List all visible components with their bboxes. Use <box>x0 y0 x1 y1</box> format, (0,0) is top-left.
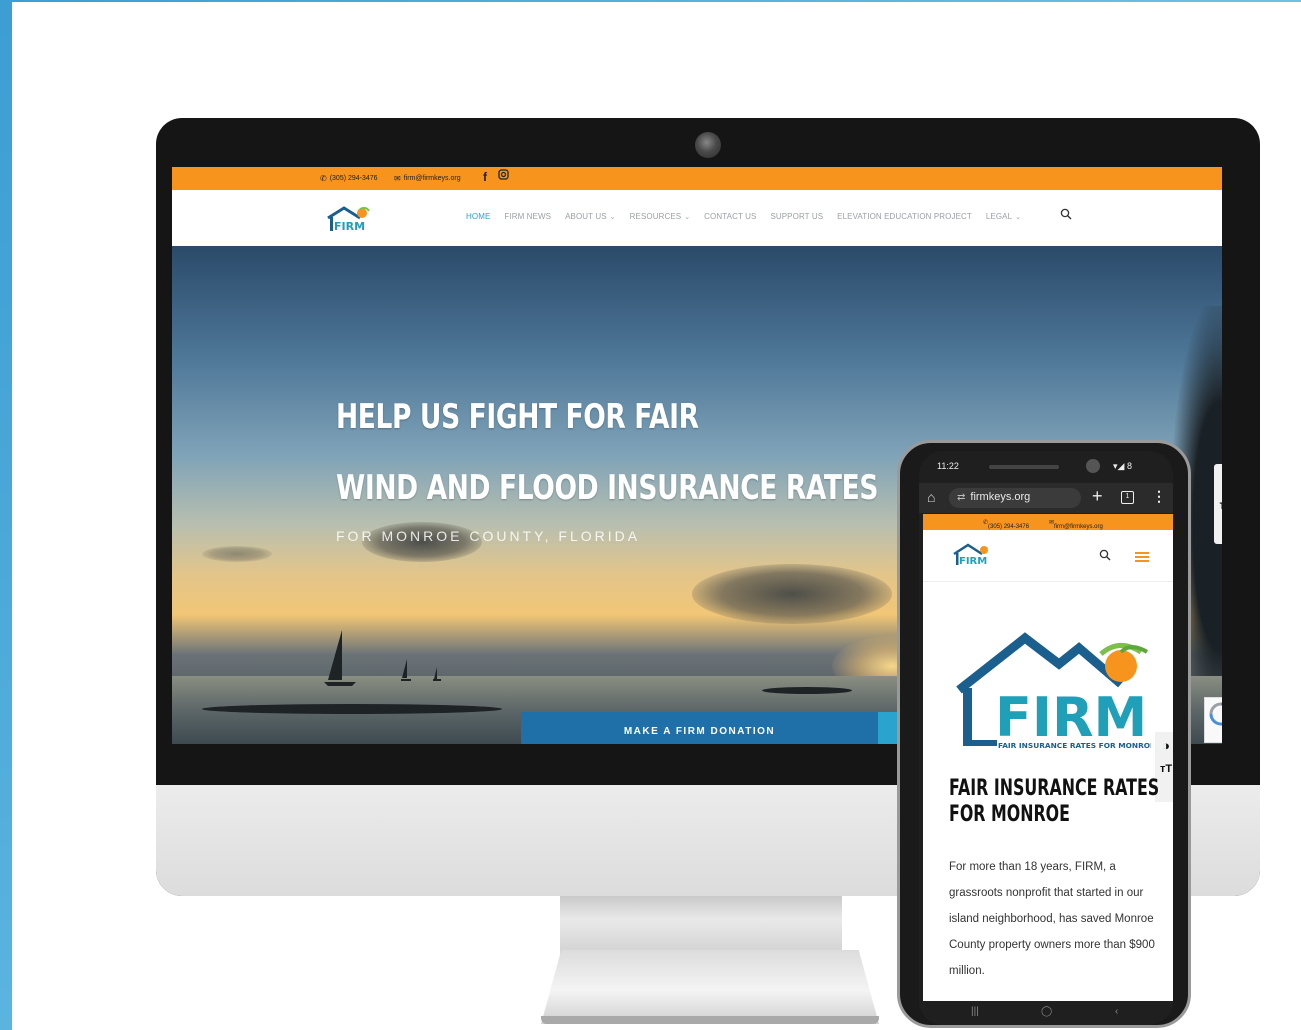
tabs-icon[interactable]: 1 <box>1121 491 1134 504</box>
mobile-email-link[interactable]: ✉ firm@firmkeys.org <box>1049 519 1103 530</box>
text-size-icon[interactable]: тT <box>1214 498 1222 512</box>
new-tab-icon[interactable]: + <box>1092 486 1103 507</box>
phone-link[interactable]: ✆ (305) 294-3476 <box>320 174 378 183</box>
donate-button[interactable]: MAKE A FIRM DONATION <box>521 712 878 744</box>
mobile-heading-line2: FOR MONROE <box>949 802 1070 827</box>
nav-home[interactable]: HOME <box>466 212 490 221</box>
site-settings-icon[interactable]: ⇄ <box>957 492 965 503</box>
camera-icon <box>695 132 721 158</box>
nav-resources-label: RESOURCES <box>629 212 682 221</box>
contact-topbar: ✆ (305) 294-3476 ✉ firm@firmkeys.org f <box>172 167 1222 190</box>
hero-rocks <box>202 704 502 714</box>
big-logo-text: FIRM <box>995 686 1147 749</box>
chevron-down-icon: ⌄ <box>609 214 616 221</box>
home-icon[interactable]: ⌂ <box>927 489 935 505</box>
hero-title-line1: HELP US FIGHT FOR FAIR <box>336 397 699 437</box>
status-notch <box>989 465 1059 469</box>
android-nav-bar: ||| ◯ ‹ <box>919 1001 1173 1025</box>
nav-about-us-label: ABOUT US <box>565 212 607 221</box>
contrast-icon[interactable]: ◑ <box>1155 738 1173 753</box>
contrast-icon[interactable]: ◑ <box>1214 470 1223 486</box>
imac-stand-neck <box>560 895 842 955</box>
main-navbar: FIRM HOME FIRM NEWS ABOUT US ⌄ RESOURCES ⌄… <box>172 190 1222 246</box>
search-icon[interactable] <box>1099 549 1111 561</box>
firm-logo-icon[interactable]: FIRM <box>324 205 370 233</box>
sailboat-image <box>324 630 356 686</box>
facebook-icon[interactable]: f <box>483 170 487 184</box>
nav-firm-news[interactable]: FIRM NEWS <box>504 212 551 221</box>
nav-about-us[interactable]: ABOUT US ⌄ <box>565 212 616 221</box>
mobile-logo-text: FIRM <box>959 556 987 567</box>
firm-logo-icon[interactable]: FIRM <box>951 543 991 567</box>
url-text: firmkeys.org <box>970 491 1031 503</box>
mobile-navbar: FIRM <box>923 530 1173 582</box>
url-field[interactable]: ⇄ firmkeys.org <box>949 488 1081 508</box>
logo-text: FIRM <box>334 220 365 233</box>
nav-resources[interactable]: RESOURCES ⌄ <box>630 212 691 221</box>
back-icon[interactable]: ‹ <box>1115 1006 1118 1017</box>
mail-icon: ✉ <box>394 174 401 183</box>
nav-contact-us[interactable]: CONTACT US <box>704 212 756 221</box>
phone-screen: 11:22 ▾◢ 8 ⌂ ⇄ firmkeys.org + 1 ⋮ ✆ (305)… <box>919 451 1173 1025</box>
mobile-body-text: For more than 18 years, FIRM, a grassroo… <box>949 861 1155 977</box>
mobile-phone-link[interactable]: ✆ (305) 294-3476 <box>983 519 1029 530</box>
sailboat-image <box>433 667 441 681</box>
hero-cloud <box>202 546 272 562</box>
sailboat-image <box>401 659 411 681</box>
hero-title-line2: WIND AND FLOOD INSURANCE RATES <box>336 468 879 508</box>
hamburger-menu-icon[interactable] <box>1135 552 1149 562</box>
nav-menu: HOME FIRM NEWS ABOUT US ⌄ RESOURCES ⌄ CONT… <box>466 212 1021 221</box>
mobile-contact-topbar: ✆ (305) 294-3476 ✉ firm@firmkeys.org <box>923 514 1173 530</box>
phone-mockup: 11:22 ▾◢ 8 ⌂ ⇄ firmkeys.org + 1 ⋮ ✆ (305)… <box>897 440 1191 1028</box>
recaptcha-badge <box>1204 697 1222 743</box>
status-time: 11:22 <box>937 461 959 471</box>
nav-elevation-education[interactable]: ELEVATION EDUCATION PROJECT <box>837 212 972 221</box>
recaptcha-icon <box>1209 702 1222 726</box>
recents-icon[interactable]: ||| <box>971 1006 979 1017</box>
hero-title: HELP US FIGHT FOR FAIR WIND AND FLOOD IN… <box>336 382 878 524</box>
front-camera-icon <box>1086 459 1100 473</box>
status-icons: ▾◢ 8 <box>1113 461 1132 471</box>
home-nav-icon[interactable]: ◯ <box>1041 1006 1052 1017</box>
nav-support-us[interactable]: SUPPORT US <box>770 212 823 221</box>
firm-large-logo: FIRM FAIR INSURANCE RATES FOR MONROE <box>956 632 1151 750</box>
browser-url-bar: ⌂ ⇄ firmkeys.org + 1 ⋮ <box>919 483 1173 513</box>
nav-legal[interactable]: LEGAL ⌄ <box>986 212 1021 221</box>
email-text: firm@firmkeys.org <box>403 175 461 182</box>
chevron-down-icon: ⌄ <box>684 214 691 221</box>
email-link[interactable]: ✉ firm@firmkeys.org <box>394 174 461 183</box>
mobile-heading: FAIR INSURANCE RATES FOR MONROE <box>949 776 1159 828</box>
hero-subtitle: FOR MONROE COUNTY, FLORIDA <box>336 528 641 544</box>
hero-cloud <box>692 564 892 624</box>
imac-stand-foot <box>541 1016 879 1024</box>
imac-stand-base <box>541 950 879 1024</box>
mobile-heading-line1: FAIR INSURANCE RATES <box>949 776 1160 801</box>
accessibility-toolbar: ◑ тT <box>1214 464 1222 544</box>
phone-text: (305) 294-3476 <box>329 175 378 182</box>
instagram-icon[interactable] <box>498 169 509 183</box>
nav-legal-label: LEGAL <box>985 212 1013 221</box>
hero-rocks <box>762 687 852 694</box>
big-logo-tagline: FAIR INSURANCE RATES FOR MONROE <box>998 741 1151 750</box>
phone-icon: ✆ <box>320 174 327 183</box>
top-accent-line <box>0 0 1301 2</box>
text-size-icon[interactable]: тT <box>1155 763 1173 775</box>
left-accent-bar <box>0 0 12 1030</box>
mobile-page: ✆ (305) 294-3476 ✉ firm@firmkeys.org FIR… <box>923 514 1173 1001</box>
kebab-menu-icon[interactable]: ⋮ <box>1152 488 1166 505</box>
chevron-down-icon: ⌄ <box>1015 214 1022 221</box>
search-icon[interactable] <box>1060 208 1072 220</box>
